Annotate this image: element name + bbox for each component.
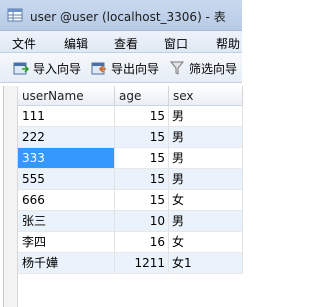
menu-file[interactable]: 文件 [12, 35, 36, 52]
filter-icon [169, 61, 185, 75]
cell-username[interactable]: 333 [18, 148, 115, 169]
cell-age[interactable]: 15 [115, 169, 169, 190]
table-row[interactable]: 111 15 男 [4, 106, 243, 127]
cell-age[interactable]: 15 [115, 148, 169, 169]
cell-username[interactable]: 222 [18, 127, 115, 148]
menu-help[interactable]: 帮助 [216, 35, 240, 52]
table-row[interactable]: 666 15 女 [4, 190, 243, 211]
export-icon [91, 62, 106, 75]
export-wizard-button[interactable]: 导出向导 [91, 58, 165, 78]
table-row[interactable]: 张三 10 男 [4, 211, 243, 232]
cell-sex[interactable]: 男 [169, 148, 243, 169]
table-row[interactable]: 杨千嬅 1211 女1 [4, 253, 243, 274]
table-icon [7, 8, 23, 22]
import-icon [13, 62, 29, 75]
column-header-age[interactable]: age [115, 86, 169, 106]
cell-age[interactable]: 15 [115, 106, 169, 127]
filter-wizard-button[interactable]: 筛选向导 [169, 58, 241, 78]
cell-username[interactable]: 555 [18, 169, 115, 190]
table-row-selected[interactable]: 333 15 男 [4, 148, 243, 169]
data-grid: userName age sex 111 15 男 222 15 男 333 1… [3, 86, 243, 307]
cell-age[interactable]: 15 [115, 127, 169, 148]
table-row[interactable]: 222 15 男 [4, 127, 243, 148]
cell-username[interactable]: 李四 [18, 232, 115, 253]
column-header-sex[interactable]: sex [169, 86, 243, 106]
menu-view[interactable]: 查看 [114, 35, 138, 52]
cell-sex[interactable]: 女 [169, 232, 243, 253]
cell-sex[interactable]: 男 [169, 211, 243, 232]
toolbar: 导入向导 导出向导 筛选向导 [0, 53, 242, 83]
cell-sex[interactable]: 女1 [169, 253, 243, 274]
import-wizard-label: 导入向导 [33, 62, 82, 76]
menu-bar: 文件 编辑 查看 窗口 帮助 [0, 31, 242, 53]
title-bar: user @user (localhost_3306) - 表 [0, 0, 242, 31]
cell-username[interactable]: 666 [18, 190, 115, 211]
menu-window[interactable]: 窗口 [164, 35, 188, 52]
cell-username[interactable]: 杨千嬅 [18, 253, 115, 274]
cell-sex[interactable]: 男 [169, 127, 243, 148]
import-wizard-button[interactable]: 导入向导 [13, 58, 87, 78]
menu-edit[interactable]: 编辑 [64, 35, 88, 52]
cell-age[interactable]: 1211 [115, 253, 169, 274]
column-header-username[interactable]: userName [18, 86, 115, 106]
table-row[interactable]: 李四 16 女 [4, 232, 243, 253]
export-wizard-label: 导出向导 [111, 62, 160, 76]
cell-age[interactable]: 16 [115, 232, 169, 253]
cell-sex[interactable]: 男 [169, 169, 243, 190]
filter-wizard-label: 筛选向导 [189, 62, 238, 76]
cell-username[interactable]: 张三 [18, 211, 115, 232]
window-title: user @user (localhost_3306) - 表 [30, 10, 226, 24]
table-row[interactable]: 555 15 男 [4, 169, 243, 190]
cell-username[interactable]: 111 [18, 106, 115, 127]
cell-age[interactable]: 15 [115, 190, 169, 211]
cell-sex[interactable]: 男 [169, 106, 243, 127]
cell-age[interactable]: 10 [115, 211, 169, 232]
cell-sex[interactable]: 女 [169, 190, 243, 211]
